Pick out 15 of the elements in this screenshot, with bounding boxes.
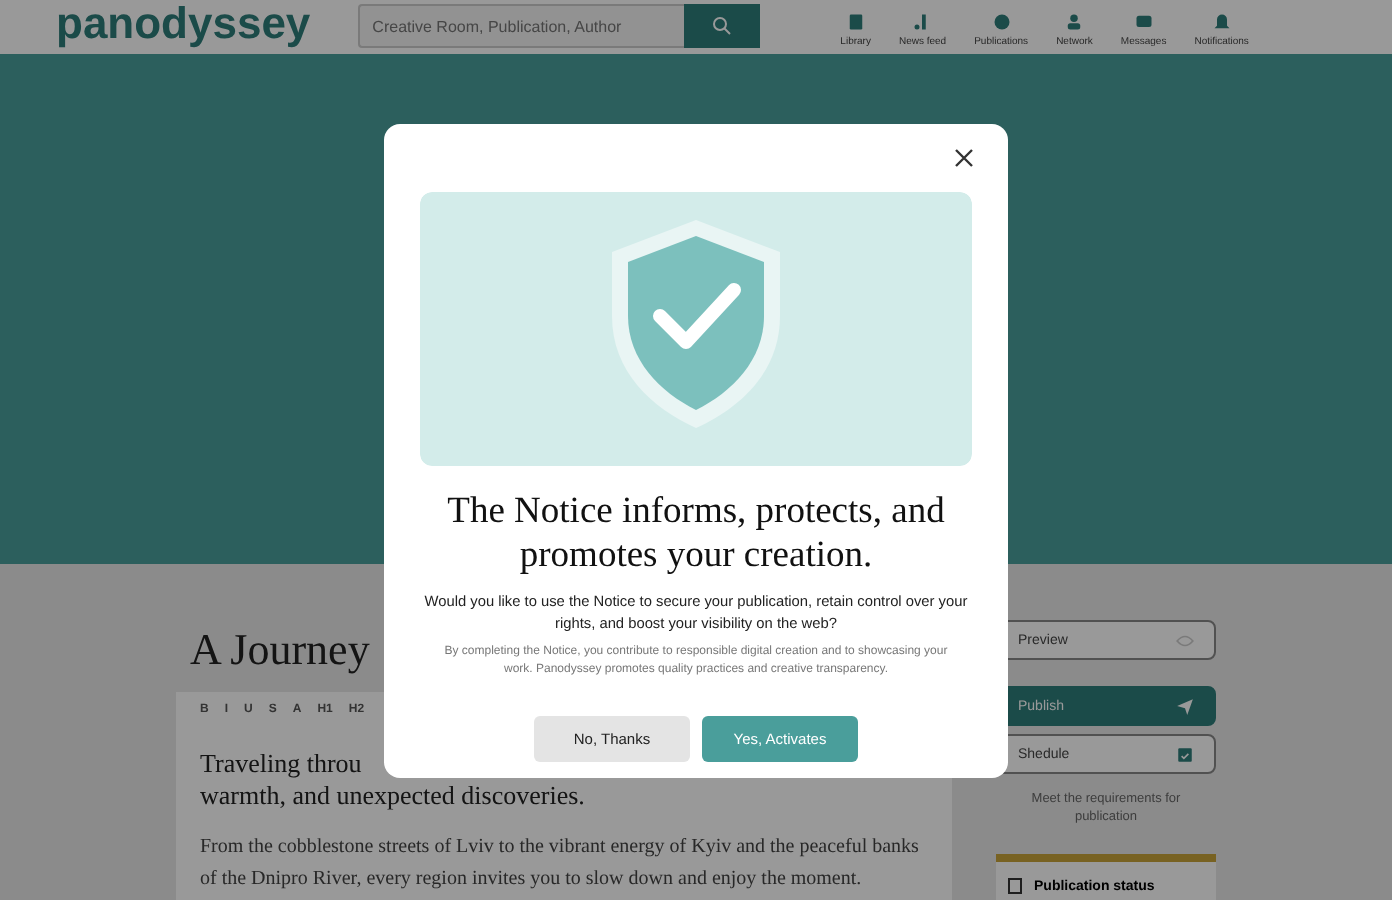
chat-icon (1131, 12, 1156, 32)
bell-icon (1209, 12, 1234, 32)
send-icon (1176, 697, 1194, 715)
dialog-title: The Notice informs, protects, and promotes your creation. (446, 490, 946, 578)
search-icon (712, 16, 733, 36)
paragraph-text: From the cobblestone streets of Lviv to the vibrant energy of Kyiv and the peaceful banks of the Dnipro River, every region invites you to slow down and enjoy the moment. (200, 834, 921, 894)
search-button[interactable] (684, 4, 761, 48)
eye-icon (1176, 631, 1194, 649)
close-icon (952, 146, 976, 170)
logo[interactable]: panodyssey (56, 2, 311, 46)
heading-text: warmth, and unexpected discoveries. (200, 780, 587, 812)
heading-text: Traveling throu (200, 748, 364, 780)
document-icon (1008, 878, 1022, 894)
search-field[interactable]: Creative Room, Publication, Author (358, 4, 685, 48)
close-button[interactable] (952, 146, 976, 170)
